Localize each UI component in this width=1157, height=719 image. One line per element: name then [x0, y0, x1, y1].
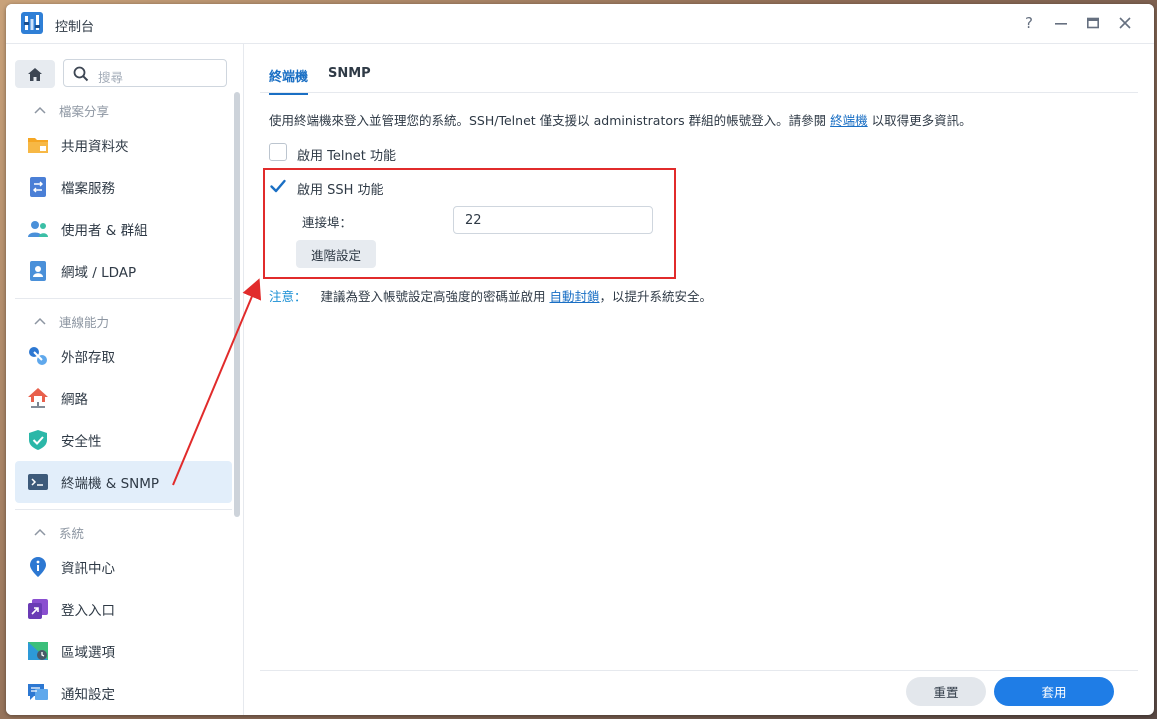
auto-block-link[interactable]: 自動封鎖 — [550, 289, 600, 304]
tab-snmp[interactable]: SNMP — [328, 66, 371, 81]
note-after: ，以提升系統安全。 — [599, 289, 713, 304]
note-label: 注意： — [269, 289, 307, 304]
group-header-system[interactable]: 系統 — [15, 518, 232, 546]
info-icon — [30, 557, 46, 577]
close-button[interactable] — [1115, 13, 1135, 33]
note-before: 建議為登入帳號設定高強度的密碼並啟用 — [320, 289, 550, 304]
control-panel-window: 控制台 ? 搜尋 檔案分享 共用資料夾 檔案服務 使用者 & 群組 網域 / L… — [6, 4, 1154, 715]
sidebar-item-security[interactable]: 安全性 — [15, 419, 232, 461]
sidebar-item-label: 區域選項 — [61, 645, 115, 661]
external-access-icon — [29, 347, 47, 365]
reset-button[interactable]: 重置 — [906, 677, 986, 706]
sidebar-nav: 檔案分享 共用資料夾 檔案服務 使用者 & 群組 網域 / LDAP 連線能力 … — [15, 96, 232, 714]
sidebar-item-regional-options[interactable]: 區域選項 — [15, 630, 232, 672]
home-button[interactable] — [15, 60, 55, 88]
file-services-icon — [30, 177, 46, 197]
divider — [15, 509, 232, 510]
divider — [15, 298, 232, 299]
sidebar-item-label: 檔案服務 — [61, 181, 115, 197]
sidebar-item-terminal-snmp[interactable]: 終端機 & SNMP — [15, 461, 232, 503]
group-header-connectivity[interactable]: 連線能力 — [15, 307, 232, 335]
description-text: 使用終端機來登入並管理您的系統。SSH/Telnet 僅支援以 administ… — [269, 110, 972, 129]
home-icon — [28, 67, 42, 81]
sidebar-item-notification[interactable]: 通知設定 — [15, 672, 232, 714]
chevron-up-icon — [34, 317, 46, 325]
search-input[interactable]: 搜尋 — [63, 59, 227, 87]
sidebar-item-label: 資訊中心 — [61, 561, 115, 577]
group-label: 檔案分享 — [59, 103, 110, 119]
tab-bar: 終端機 SNMP — [260, 44, 1138, 95]
tab-terminal[interactable]: 終端機 — [269, 66, 309, 95]
description-after: 以取得更多資訊。 — [867, 113, 972, 128]
shield-icon — [29, 430, 47, 450]
annotation-highlight-box — [263, 168, 676, 279]
chevron-up-icon — [34, 106, 46, 114]
sidebar-item-label: 網域 / LDAP — [61, 265, 137, 281]
terminal-icon — [28, 474, 48, 490]
telnet-label: 啟用 Telnet 功能 — [297, 149, 396, 164]
footer-divider — [260, 670, 1138, 671]
sidebar-item-domain-ldap[interactable]: 網域 / LDAP — [15, 250, 232, 292]
sidebar-item-shared-folder[interactable]: 共用資料夾 — [15, 124, 232, 166]
group-label: 系統 — [59, 525, 85, 541]
sidebar-item-external-access[interactable]: 外部存取 — [15, 335, 232, 377]
control-panel-app-icon — [21, 12, 43, 34]
sidebar-item-network[interactable]: 網路 — [15, 377, 232, 419]
sidebar-item-label: 安全性 — [61, 434, 102, 450]
notification-icon — [28, 684, 48, 700]
sidebar-item-label: 網路 — [61, 392, 88, 408]
sidebar-item-label: 使用者 & 群組 — [61, 223, 148, 239]
regional-options-icon — [28, 642, 48, 660]
search-placeholder: 搜尋 — [98, 70, 124, 85]
group-header-file-sharing[interactable]: 檔案分享 — [15, 96, 232, 124]
sidebar-item-label: 外部存取 — [61, 350, 115, 366]
main-panel: 終端機 SNMP 使用終端機來登入並管理您的系統。SSH/Telnet 僅支援以… — [244, 44, 1154, 715]
description-before: 使用終端機來登入並管理您的系統。SSH/Telnet 僅支援以 administ… — [269, 113, 831, 128]
sidebar-scrollbar[interactable] — [234, 92, 240, 517]
sidebar-item-label: 登入入口 — [61, 603, 115, 619]
sidebar: 搜尋 檔案分享 共用資料夾 檔案服務 使用者 & 群組 網域 / LDAP 連線… — [6, 44, 244, 715]
domain-icon — [30, 261, 46, 281]
folder-icon — [28, 138, 48, 153]
sidebar-item-users-groups[interactable]: 使用者 & 群組 — [15, 208, 232, 250]
apply-button[interactable]: 套用 — [994, 677, 1114, 706]
telnet-checkbox[interactable] — [269, 143, 287, 161]
sidebar-item-login-portal[interactable]: 登入入口 — [15, 588, 232, 630]
sidebar-item-label: 通知設定 — [61, 687, 115, 703]
sidebar-item-label: 共用資料夾 — [61, 139, 129, 155]
sidebar-item-file-services[interactable]: 檔案服務 — [15, 166, 232, 208]
network-icon — [28, 388, 48, 408]
group-label: 連線能力 — [59, 314, 110, 330]
terminal-help-link[interactable]: 終端機 — [830, 113, 868, 128]
help-icon[interactable]: ? — [1019, 13, 1039, 33]
login-portal-icon — [28, 599, 48, 619]
chevron-up-icon — [34, 528, 46, 536]
title-bar: 控制台 ? — [6, 4, 1154, 44]
sidebar-item-label: 終端機 & SNMP — [61, 476, 160, 492]
sidebar-item-info-center[interactable]: 資訊中心 — [15, 546, 232, 588]
search-icon — [73, 66, 89, 82]
window-title: 控制台 — [55, 20, 95, 35]
users-icon — [28, 221, 48, 237]
minimize-button[interactable] — [1051, 13, 1071, 33]
maximize-button[interactable] — [1083, 13, 1103, 33]
security-note: 注意： 建議為登入帳號設定高強度的密碼並啟用 自動封鎖，以提升系統安全。 — [269, 286, 712, 305]
